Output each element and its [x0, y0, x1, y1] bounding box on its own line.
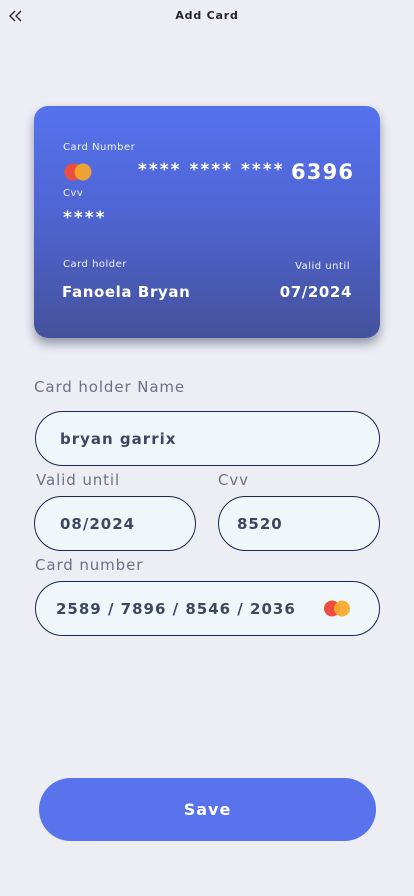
save-button[interactable]: Save: [39, 778, 376, 841]
mastercard-icon: [324, 600, 350, 617]
add-card-screen: Add Card Card Number **** **** **** 6396…: [0, 0, 414, 896]
holder-name-value: bryan garrix: [60, 429, 177, 448]
card-holder-label: Card holder: [63, 259, 127, 270]
card-number-input[interactable]: 2589 / 7896 / 8546 / 2036: [35, 581, 380, 636]
card-valid-value: 07/2024: [279, 283, 352, 301]
card-preview: Card Number **** **** **** 6396 Cvv ****…: [34, 106, 380, 338]
mastercard-icon: [64, 163, 92, 181]
card-number-label: Card Number: [63, 142, 136, 153]
card-number-last4: 6396: [291, 160, 355, 184]
cvv-input[interactable]: 8520: [218, 496, 380, 551]
holder-name-input[interactable]: bryan garrix: [35, 411, 380, 466]
valid-until-value: 08/2024: [60, 514, 136, 533]
card-number-masked: **** **** ****: [138, 160, 285, 180]
cvv-label: Cvv: [218, 471, 249, 489]
valid-until-label: Valid until: [36, 471, 121, 489]
card-number-field-label: Card number: [35, 556, 144, 574]
card-number-value: 2589 / 7896 / 8546 / 2036: [56, 599, 296, 618]
cvv-value: 8520: [237, 514, 283, 533]
card-valid-label: Valid until: [295, 261, 350, 272]
valid-until-input[interactable]: 08/2024: [34, 496, 196, 551]
holder-name-label: Card holder Name: [34, 378, 186, 396]
page-title: Add Card: [175, 9, 239, 22]
card-holder-name: Fanoela Bryan: [62, 283, 191, 301]
card-cvv-masked: ****: [63, 208, 107, 228]
card-cvv-label: Cvv: [63, 188, 84, 199]
